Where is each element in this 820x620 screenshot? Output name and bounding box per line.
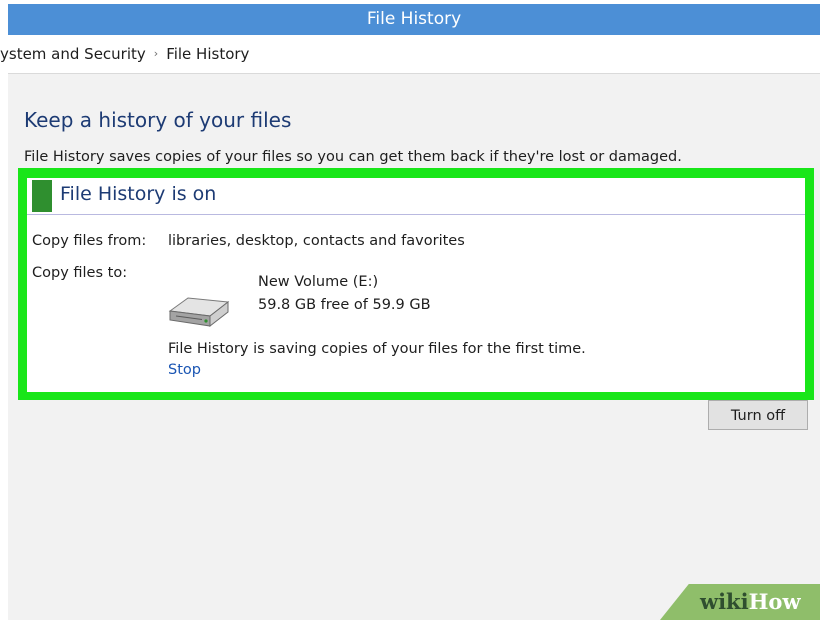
page-title: Keep a history of your files (24, 108, 292, 132)
status-title: File History is on (60, 183, 217, 205)
copy-from-label: Copy files from: (32, 233, 147, 249)
stop-link[interactable]: Stop (168, 362, 201, 378)
main-content: Keep a history of your files File Histor… (8, 74, 820, 620)
file-history-window: File History ystem and Security › File His… (0, 4, 820, 620)
wikihow-logo: wikiHow (700, 589, 801, 614)
breadcrumb-item-file-history[interactable]: File History (166, 45, 249, 63)
hard-drive-icon (166, 291, 234, 331)
breadcrumb: ystem and Security › File History (0, 45, 249, 63)
wikihow-logo-how: How (748, 589, 801, 614)
window-title: File History (8, 4, 820, 35)
address-bar[interactable]: ystem and Security › File History (0, 35, 820, 74)
wikihow-logo-wiki: wiki (700, 589, 749, 614)
drive-space: 59.8 GB free of 59.9 GB (258, 297, 431, 313)
chevron-right-icon: › (153, 47, 159, 60)
copy-from-value: libraries, desktop, contacts and favorit… (168, 233, 465, 249)
status-header: File History is on (27, 178, 805, 215)
page-description: File History saves copies of your files … (24, 149, 682, 165)
turn-off-button[interactable]: Turn off (708, 400, 808, 430)
status-indicator (32, 180, 52, 212)
progress-message: File History is saving copies of your fi… (168, 341, 586, 357)
breadcrumb-item-system-and-security[interactable]: ystem and Security (0, 45, 146, 63)
status-panel: File History is on Copy files from: libr… (27, 178, 805, 392)
copy-to-label: Copy files to: (32, 265, 128, 281)
drive-name: New Volume (E:) (258, 274, 379, 290)
